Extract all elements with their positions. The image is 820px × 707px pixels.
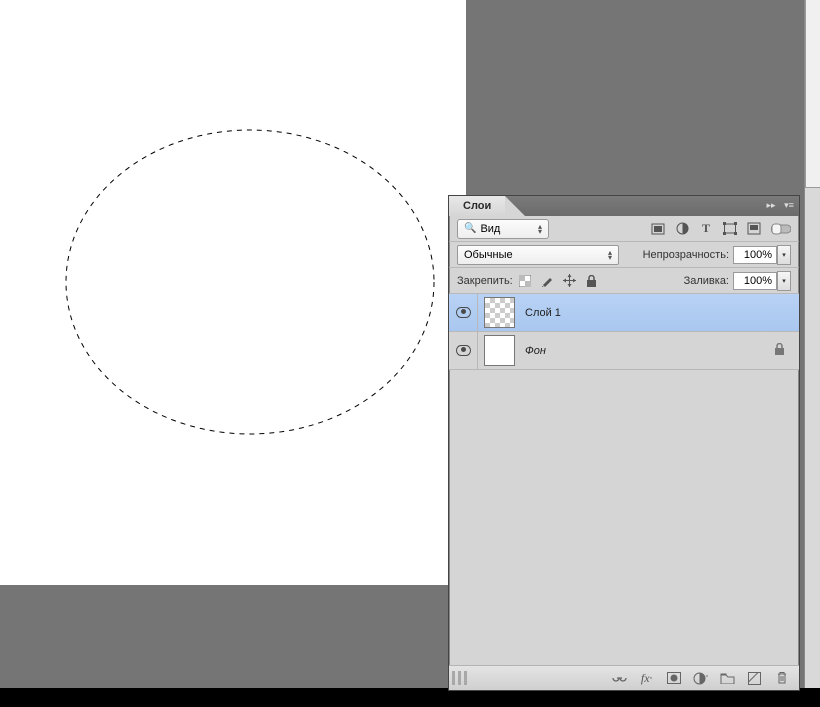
chevron-updown-icon: ▴▾ [608, 250, 612, 260]
fill-slider-toggle[interactable]: ▾ [777, 271, 791, 291]
filter-type-icon[interactable]: T [699, 222, 713, 236]
layer-thumbnail[interactable] [484, 297, 515, 328]
link-layers-icon[interactable] [612, 671, 627, 686]
lock-label: Закрепить: [457, 275, 513, 287]
scrollbar-thumb[interactable] [805, 0, 820, 188]
fill-label: Заливка: [684, 275, 729, 287]
blend-opacity-row: Обычные ▴▾ Непрозрачность: 100% ▾ [449, 242, 799, 268]
blend-mode-value: Обычные [464, 249, 513, 261]
document-canvas[interactable] [0, 0, 466, 585]
visibility-toggle-icon[interactable] [456, 345, 471, 356]
collapse-icon[interactable]: ▸▸ [765, 199, 777, 211]
layer-row[interactable]: Слой 1 [449, 294, 799, 332]
lock-position-icon[interactable] [563, 274, 576, 287]
layers-list: Слой 1 Фон [449, 294, 799, 370]
lock-pixels-icon[interactable] [541, 274, 554, 287]
fill-value: 100% [744, 275, 772, 287]
delete-layer-icon[interactable] [774, 671, 789, 686]
selection-marquee [0, 0, 466, 585]
lock-all-icon[interactable] [585, 274, 598, 287]
filter-type-label: Вид [480, 223, 500, 235]
workspace-bg-bottom [0, 585, 466, 688]
filter-pixel-icon[interactable] [651, 222, 665, 236]
layer-row[interactable]: Фон [449, 332, 799, 370]
app-stage: { "panel": { "title": "Слои", "search_la… [0, 0, 820, 707]
layer-fx-icon[interactable]: fx▫ [639, 671, 654, 686]
blend-mode-select[interactable]: Обычные ▴▾ [457, 245, 619, 265]
vertical-scrollbar[interactable] [804, 0, 820, 688]
layer-filter-select[interactable]: 🔍 Вид ▴▾ [457, 219, 549, 239]
filter-smart-icon[interactable] [747, 222, 761, 236]
panel-footer: fx▫ ▫ [449, 665, 799, 690]
opacity-value: 100% [744, 249, 772, 261]
lock-fill-row: Закрепить: Заливка: 100% ▾ [449, 268, 799, 294]
layer-name[interactable]: Слой 1 [525, 307, 561, 319]
opacity-label: Непрозрачность: [643, 249, 729, 261]
layer-name[interactable]: Фон [525, 345, 546, 357]
panel-header[interactable]: Слои ▸▸ ▾≡ [449, 196, 799, 216]
new-layer-icon[interactable] [747, 671, 762, 686]
filter-shape-icon[interactable] [723, 222, 737, 236]
workspace-bg-top [466, 0, 804, 193]
filter-adjustment-icon[interactable] [675, 222, 689, 236]
layer-thumbnail[interactable] [484, 335, 515, 366]
chevron-updown-icon: ▴▾ [538, 224, 542, 234]
fill-input[interactable]: 100% [733, 272, 777, 290]
opacity-slider-toggle[interactable]: ▾ [777, 245, 791, 265]
panel-title: Слои [463, 200, 491, 212]
filter-row: 🔍 Вид ▴▾ T [449, 216, 799, 242]
add-mask-icon[interactable] [666, 671, 681, 686]
lock-transparency-icon[interactable] [519, 274, 532, 287]
new-adjustment-icon[interactable]: ▫ [693, 671, 708, 686]
opacity-input[interactable]: 100% [733, 246, 777, 264]
search-icon: 🔍 [464, 223, 476, 234]
panel-tab-layers[interactable]: Слои [449, 196, 505, 216]
panel-menu-icon[interactable]: ▾≡ [783, 199, 795, 211]
layers-panel: Слои ▸▸ ▾≡ 🔍 Вид ▴▾ T [448, 195, 800, 691]
panel-resize-grip[interactable] [449, 665, 509, 690]
visibility-toggle-icon[interactable] [456, 307, 471, 318]
lock-icon [774, 343, 785, 358]
new-group-icon[interactable] [720, 671, 735, 686]
filter-toggle-switch[interactable] [771, 222, 791, 236]
